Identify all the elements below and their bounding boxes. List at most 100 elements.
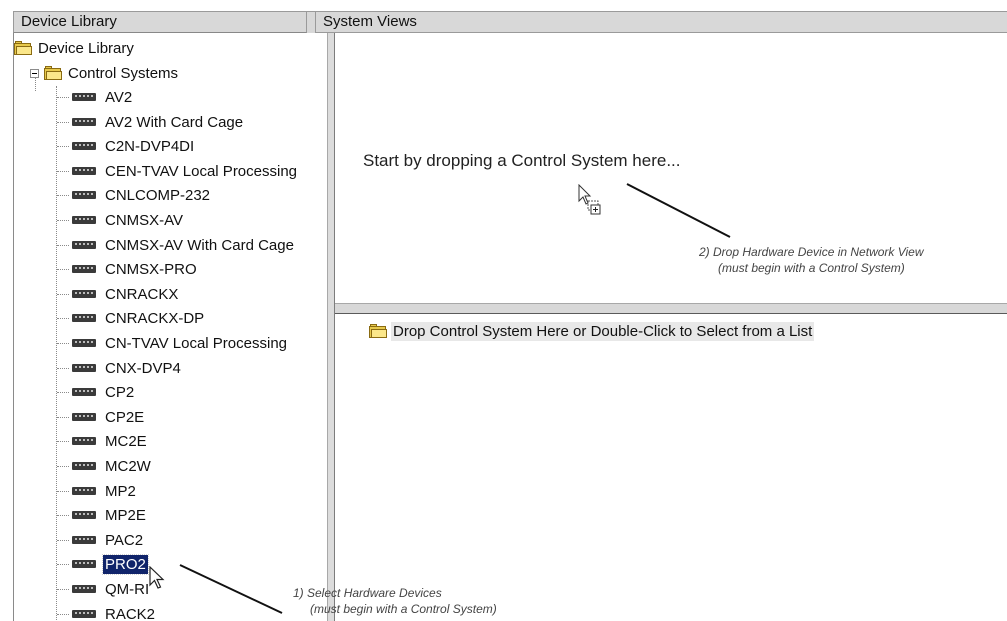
folder-icon	[369, 324, 387, 338]
tree-line	[57, 269, 69, 270]
device-item-label: MP2E	[105, 506, 146, 524]
tree-node-control-systems[interactable]: Control Systems	[30, 62, 180, 84]
device-icon	[72, 338, 96, 348]
device-item[interactable]: PRO2	[72, 553, 149, 575]
device-item[interactable]: MP2E	[72, 504, 148, 526]
annotation-step2-line1: 2) Drop Hardware Device in Network View	[699, 245, 924, 259]
system-views-header: System Views	[315, 11, 1007, 33]
device-item[interactable]: RACK2	[72, 603, 157, 621]
device-item[interactable]: CEN-TVAV Local Processing	[72, 160, 299, 182]
device-item[interactable]: CP2	[72, 381, 136, 403]
device-item-label: C2N-DVP4DI	[105, 137, 195, 155]
device-item-label: PAC2	[105, 531, 144, 549]
annotation-step1-line2: (must begin with a Control System)	[310, 602, 497, 616]
device-icon	[72, 535, 96, 545]
device-item[interactable]: CNMSX-AV With Card Cage	[72, 234, 296, 256]
device-icon	[72, 510, 96, 520]
tree-line	[57, 417, 69, 418]
collapse-toggle-icon[interactable]	[30, 68, 39, 78]
device-icon	[72, 363, 96, 373]
device-item[interactable]: MP2	[72, 480, 138, 502]
device-icon	[72, 92, 96, 102]
device-item-label: CNX-DVP4	[105, 359, 181, 377]
tree-root-label: Device Library	[38, 39, 134, 57]
device-item-label: CNMSX-AV	[105, 211, 184, 229]
drag-copy-cursor-icon	[578, 184, 601, 215]
device-item[interactable]: AV2 With Card Cage	[72, 111, 245, 133]
device-item[interactable]: CNLCOMP-232	[72, 184, 212, 206]
device-icon	[72, 387, 96, 397]
device-item-label: CNRACKX-DP	[105, 309, 205, 327]
tree-line	[57, 171, 69, 172]
tree-line	[57, 220, 69, 221]
device-item[interactable]: PAC2	[72, 529, 145, 551]
tree-line	[57, 245, 69, 246]
device-icon	[72, 190, 96, 200]
device-item-label: CEN-TVAV Local Processing	[105, 162, 298, 180]
device-item-label: CNLCOMP-232	[105, 186, 211, 204]
device-icon	[72, 486, 96, 496]
tree-root-device-library[interactable]: Device Library	[14, 37, 136, 59]
device-icon	[72, 264, 96, 274]
folder-icon	[14, 41, 32, 55]
device-item-label: MC2W	[105, 457, 151, 475]
folder-open-icon	[44, 66, 62, 80]
network-view-prompt: Start by dropping a Control System here.…	[363, 151, 681, 170]
device-item[interactable]: CNMSX-PRO	[72, 258, 199, 280]
device-icon	[72, 215, 96, 225]
device-library-tree[interactable]: Device Library Control Systems AV2 AV2 Wi…	[13, 33, 328, 621]
device-item-label: AV2	[105, 88, 133, 106]
device-item[interactable]: C2N-DVP4DI	[72, 135, 196, 157]
device-item[interactable]: MC2E	[72, 430, 149, 452]
tree-line	[57, 195, 69, 196]
device-item-label: PRO2	[102, 553, 149, 575]
device-item-label: CN-TVAV Local Processing	[105, 334, 288, 352]
tree-line	[57, 491, 69, 492]
device-item-label: MP2	[105, 482, 136, 500]
tree-line	[57, 122, 69, 123]
device-icon	[72, 289, 96, 299]
device-item-label: QM-RI	[105, 580, 150, 598]
device-item[interactable]: CNRACKX	[72, 283, 180, 305]
annotation-pointer-line	[626, 183, 731, 238]
tree-line	[57, 466, 69, 467]
device-icon	[72, 584, 96, 594]
device-item-label: RACK2	[105, 605, 156, 621]
device-item[interactable]: AV2	[72, 86, 134, 108]
device-item-label: CNRACKX	[105, 285, 179, 303]
hardware-prompt-label: Drop Control System Here or Double-Click…	[391, 321, 815, 341]
device-icon	[72, 559, 96, 569]
tree-line	[57, 564, 69, 565]
annotation-pointer-line	[179, 564, 283, 614]
hardware-view[interactable]	[335, 314, 1007, 621]
device-icon	[72, 166, 96, 176]
device-item[interactable]: CNMSX-AV	[72, 209, 185, 231]
device-icon	[72, 141, 96, 151]
device-item-label: AV2 With Card Cage	[105, 113, 244, 131]
device-icon	[72, 117, 96, 127]
device-item-label: CNMSX-AV With Card Cage	[105, 236, 294, 254]
tree-line	[57, 368, 69, 369]
device-icon	[72, 313, 96, 323]
device-item[interactable]: CP2E	[72, 406, 146, 428]
vertical-splitter[interactable]	[327, 33, 335, 621]
device-icon	[72, 436, 96, 446]
device-item[interactable]: CNRACKX-DP	[72, 307, 206, 329]
tree-line	[57, 441, 69, 442]
tree-line	[57, 343, 69, 344]
horizontal-splitter[interactable]	[335, 303, 1007, 314]
hardware-drop-target[interactable]: Drop Control System Here or Double-Click…	[369, 321, 815, 341]
tree-line	[57, 146, 69, 147]
tree-line	[57, 540, 69, 541]
device-item[interactable]: MC2W	[72, 455, 153, 477]
header-gap	[307, 11, 315, 33]
device-icon	[72, 240, 96, 250]
annotation-step2-line2: (must begin with a Control System)	[718, 261, 905, 275]
device-item[interactable]: CN-TVAV Local Processing	[72, 332, 289, 354]
mouse-pointer-icon	[149, 566, 165, 589]
device-item[interactable]: CNX-DVP4	[72, 357, 183, 379]
tree-line	[57, 97, 69, 98]
device-item-label: CNMSX-PRO	[105, 260, 197, 278]
device-item[interactable]: QM-RI	[72, 578, 151, 600]
device-icon	[72, 412, 96, 422]
